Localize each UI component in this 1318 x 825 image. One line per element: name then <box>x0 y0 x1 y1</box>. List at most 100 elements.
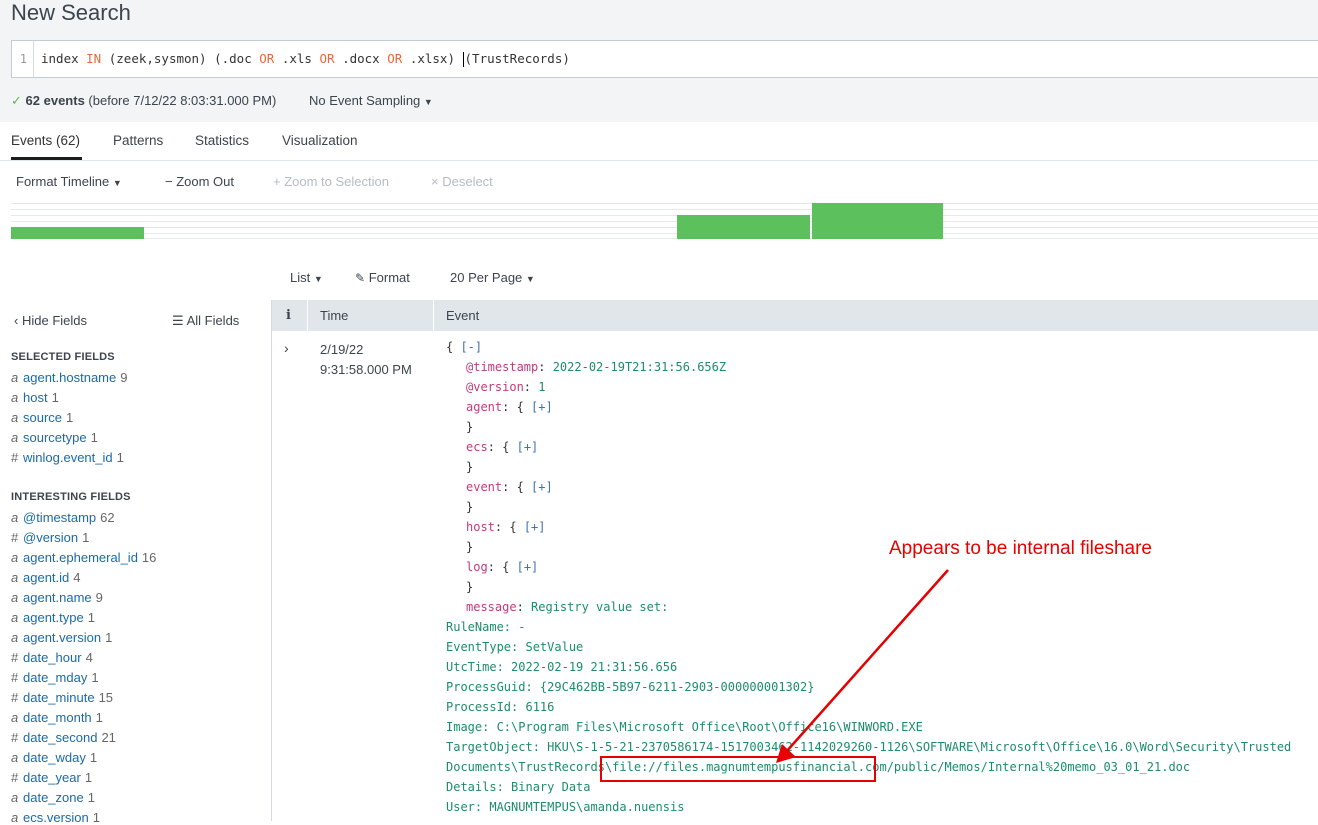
event-sampling-dropdown[interactable]: No Event Sampling ▼ <box>309 93 433 108</box>
field-item[interactable]: a date_wday 1 <box>11 750 97 765</box>
event-line: log: { [+] <box>466 557 538 577</box>
results-tabs: Events (62) Patterns Statistics Visualiz… <box>0 122 1318 161</box>
event-line: EventType: SetValue <box>446 637 583 657</box>
event-text: : { <box>487 560 517 574</box>
field-item[interactable]: a date_zone 1 <box>11 790 95 805</box>
event-text: 1 <box>538 380 546 394</box>
event-count: 62 events <box>25 93 85 108</box>
event-text: ProcessGuid: {29C462BB-5B97-6211-2903-00… <box>446 680 815 694</box>
field-name: source <box>23 410 63 425</box>
string-type-icon: a <box>11 590 19 605</box>
field-item[interactable]: # winlog.event_id 1 <box>11 450 124 465</box>
timeline-gridline <box>11 227 1318 228</box>
field-item[interactable]: a agent.type 1 <box>11 610 95 625</box>
field-count: 1 <box>87 610 95 625</box>
numeric-type-icon: # <box>11 450 19 465</box>
deselect-button[interactable]: × Deselect <box>431 174 493 189</box>
field-name: agent.type <box>23 610 84 625</box>
hide-fields-button[interactable]: ‹ Hide Fields <box>14 313 87 328</box>
chevron-right-icon[interactable]: › <box>284 340 289 356</box>
format-label: Format <box>368 270 410 285</box>
format-button[interactable]: ✎ Format <box>355 270 410 285</box>
search-header: New Search 1 index IN (zeek,sysmon) (.do… <box>0 0 1318 122</box>
zoom-out-button[interactable]: − Zoom Out <box>165 174 234 189</box>
field-name: date_second <box>23 730 98 745</box>
expand-toggle[interactable]: [+] <box>517 560 539 574</box>
timeline-gridline <box>11 238 1318 239</box>
format-timeline-button[interactable]: Format Timeline ▼ <box>16 174 122 189</box>
field-item[interactable]: a @timestamp 62 <box>11 510 115 525</box>
field-item[interactable]: a date_month 1 <box>11 710 103 725</box>
field-item[interactable]: # @version 1 <box>11 530 89 545</box>
expand-toggle[interactable]: [+] <box>531 480 553 494</box>
search-query[interactable]: index IN (zeek,sysmon) (.doc OR .xls OR … <box>41 41 570 77</box>
field-item[interactable]: a agent.name 9 <box>11 590 103 605</box>
event-key: @timestamp <box>466 360 539 374</box>
field-count: 1 <box>87 790 95 805</box>
event-key: host <box>466 520 495 534</box>
expand-toggle[interactable]: [+] <box>531 400 553 414</box>
expand-toggle[interactable]: [+] <box>524 520 546 534</box>
event-text: ProcessId: 6116 <box>446 700 555 714</box>
query-text: .docx <box>334 51 388 66</box>
field-count: 4 <box>85 650 93 665</box>
timeline-bar[interactable] <box>677 215 810 239</box>
field-item[interactable]: # date_second 21 <box>11 730 116 745</box>
tab-events[interactable]: Events (62) <box>11 133 80 148</box>
field-name: agent.ephemeral_id <box>23 550 138 565</box>
event-text: : <box>516 600 532 614</box>
field-item[interactable]: a agent.hostname 9 <box>11 370 127 385</box>
time-column-header[interactable]: Time <box>320 300 348 331</box>
string-type-icon: a <box>11 510 19 525</box>
string-type-icon: a <box>11 370 19 385</box>
event-count-status: ✓ 62 events (before 7/12/22 8:03:31.000 … <box>11 93 276 109</box>
tab-visualization[interactable]: Visualization <box>282 133 358 148</box>
field-count: 16 <box>141 550 157 565</box>
event-text: Registry value set: <box>531 600 669 614</box>
timeline-histogram[interactable] <box>11 203 1318 239</box>
timeline-bar[interactable] <box>812 203 943 239</box>
field-item[interactable]: # date_mday 1 <box>11 670 99 685</box>
event-line: TargetObject: HKU\S-1-5-21-2370586174-15… <box>446 737 1291 757</box>
search-input[interactable]: 1 index IN (zeek,sysmon) (.doc OR .xls O… <box>11 40 1318 78</box>
chevron-left-icon: ‹ <box>14 313 19 328</box>
field-item[interactable]: a sourcetype 1 <box>11 430 98 445</box>
field-item[interactable]: a agent.ephemeral_id 16 <box>11 550 156 565</box>
query-text: .xlsx) <box>402 51 463 66</box>
event-text: EventType: SetValue <box>446 640 584 654</box>
event-text: : { <box>487 440 517 454</box>
per-page-dropdown[interactable]: 20 Per Page ▼ <box>450 270 535 285</box>
field-item[interactable]: # date_minute 15 <box>11 690 113 705</box>
query-keyword: IN <box>86 51 102 66</box>
time-range: (before 7/12/22 8:03:31.000 PM) <box>88 93 277 108</box>
column-separator <box>307 300 308 331</box>
active-tab-indicator <box>11 157 82 160</box>
list-view-dropdown[interactable]: List ▼ <box>290 270 323 285</box>
tab-patterns[interactable]: Patterns <box>113 133 163 148</box>
field-name: date_wday <box>23 750 86 765</box>
expand-toggle[interactable]: [-] <box>460 340 482 354</box>
field-item[interactable]: a host 1 <box>11 390 59 405</box>
field-item[interactable]: # date_hour 4 <box>11 650 93 665</box>
field-item[interactable]: a agent.version 1 <box>11 630 112 645</box>
event-text: User: MAGNUMTEMPUS\amanda.nuensis <box>446 800 685 814</box>
event-line: ProcessGuid: {29C462BB-5B97-6211-2903-00… <box>446 677 814 697</box>
all-fields-button[interactable]: ☰ All Fields <box>172 313 239 329</box>
field-count: 1 <box>95 710 103 725</box>
query-text: index <box>41 51 87 66</box>
field-count: 1 <box>91 670 99 685</box>
expand-toggle[interactable]: [+] <box>517 440 539 454</box>
event-text: UtcTime: 2022-02-19 21:31:56.656 <box>446 660 678 674</box>
field-item[interactable]: a agent.id 4 <box>11 570 81 585</box>
field-count: 62 <box>100 510 115 525</box>
field-count: 1 <box>92 810 100 825</box>
event-key: @version <box>466 380 524 394</box>
field-item[interactable]: # date_year 1 <box>11 770 92 785</box>
query-keyword: OR <box>319 51 335 66</box>
field-item[interactable]: a source 1 <box>11 410 73 425</box>
field-item[interactable]: a ecs.version 1 <box>11 810 100 825</box>
timeline-bar[interactable] <box>11 227 144 239</box>
tab-statistics[interactable]: Statistics <box>195 133 249 148</box>
zoom-to-selection-button[interactable]: + Zoom to Selection <box>273 174 389 189</box>
event-line: } <box>466 417 473 437</box>
